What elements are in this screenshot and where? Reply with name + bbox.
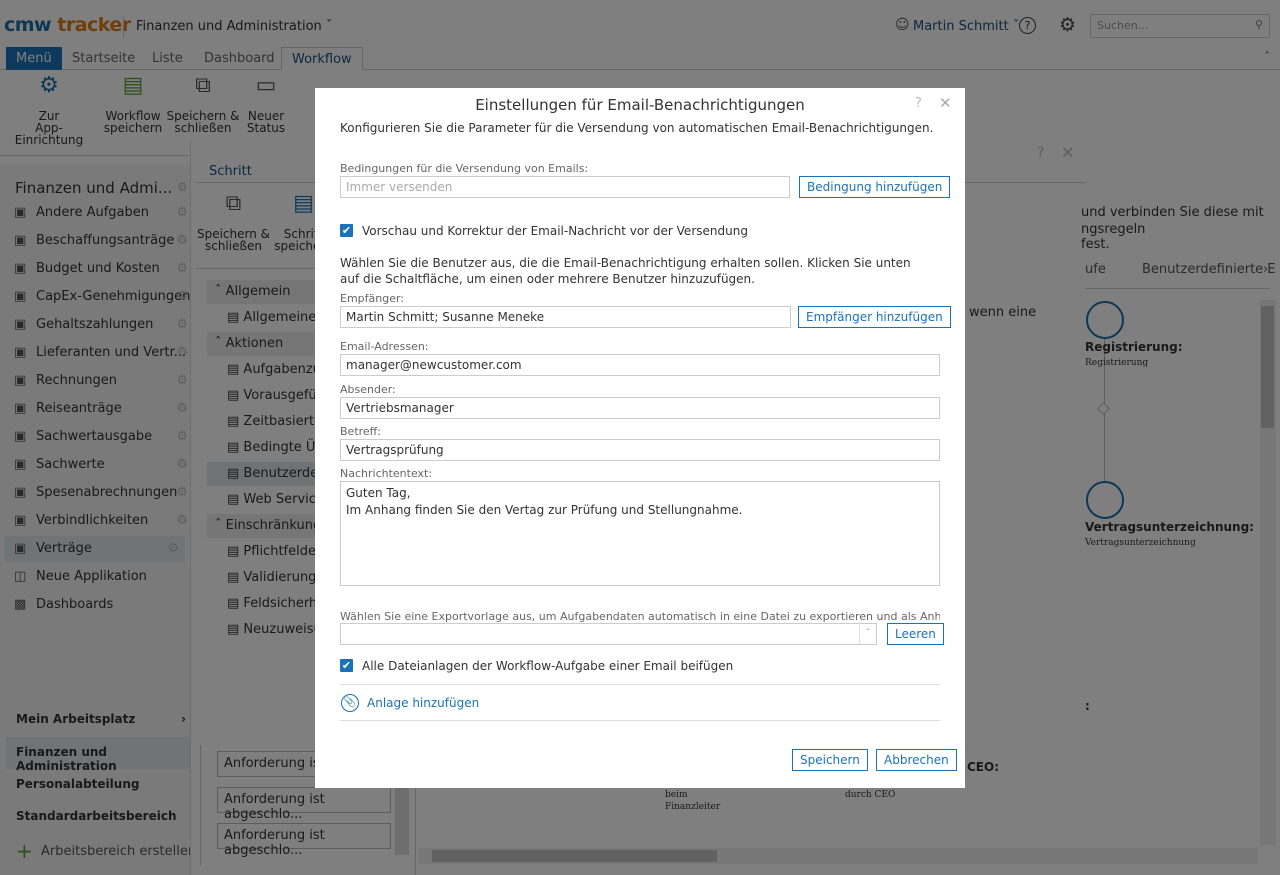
users-hint: Wählen Sie die Benutzer aus, die die Ema… [340,256,911,286]
cancel-button[interactable]: Abbrechen [876,749,957,771]
chevron-down-icon[interactable]: ˇ [859,624,876,644]
divider [340,720,940,721]
preview-label: Vorschau und Korrektur der Email-Nachric… [362,224,748,238]
body-label: Nachrichtentext: [340,467,433,480]
attachment-add-icon[interactable]: 📎 [341,694,359,712]
export-template-select[interactable]: ˇ [340,623,877,645]
add-attachment-link[interactable]: Anlage hinzufügen [367,696,479,710]
clear-button[interactable]: Leeren [887,623,944,645]
emails-label: Email-Adressen: [340,340,429,353]
conditions-input[interactable]: Immer versenden [340,176,790,198]
body-textarea[interactable]: Guten Tag, Im Anhang finden Sie den Verta… [340,481,940,586]
dialog-description: Konfigurieren Sie die Parameter für die … [340,121,934,135]
help-icon[interactable]: ? [915,96,922,111]
emails-input[interactable]: manager@newcustomer.com [340,354,940,376]
email-settings-dialog: Einstellungen für Email-Benachrichtigung… [315,88,965,788]
subject-input[interactable]: Vertragsprüfung [340,439,940,461]
attach-all-checkbox[interactable]: ✔ [340,659,353,672]
preview-checkbox[interactable]: ✔ [340,224,353,237]
divider [340,684,940,685]
recipients-input[interactable]: Martin Schmitt; Susanne Meneke [340,306,791,328]
save-button[interactable]: Speichern [792,749,868,771]
sender-input[interactable]: Vertriebsmanager [340,397,940,419]
sender-label: Absender: [340,383,396,396]
export-label: Wählen Sie eine Exportvorlage aus, um Au… [340,610,940,623]
attach-all-label: Alle Dateianlagen der Workflow-Aufgabe e… [362,659,734,673]
dialog-title: Einstellungen für Email-Benachrichtigung… [475,96,805,114]
subject-label: Betreff: [340,425,381,438]
add-recipient-button[interactable]: Empfänger hinzufügen [798,306,951,328]
add-condition-button[interactable]: Bedingung hinzufügen [799,176,951,198]
conditions-label: Bedingungen für die Versendung von Email… [340,162,589,175]
recipients-label: Empfänger: [340,292,405,305]
close-icon[interactable]: ✕ [939,94,952,112]
